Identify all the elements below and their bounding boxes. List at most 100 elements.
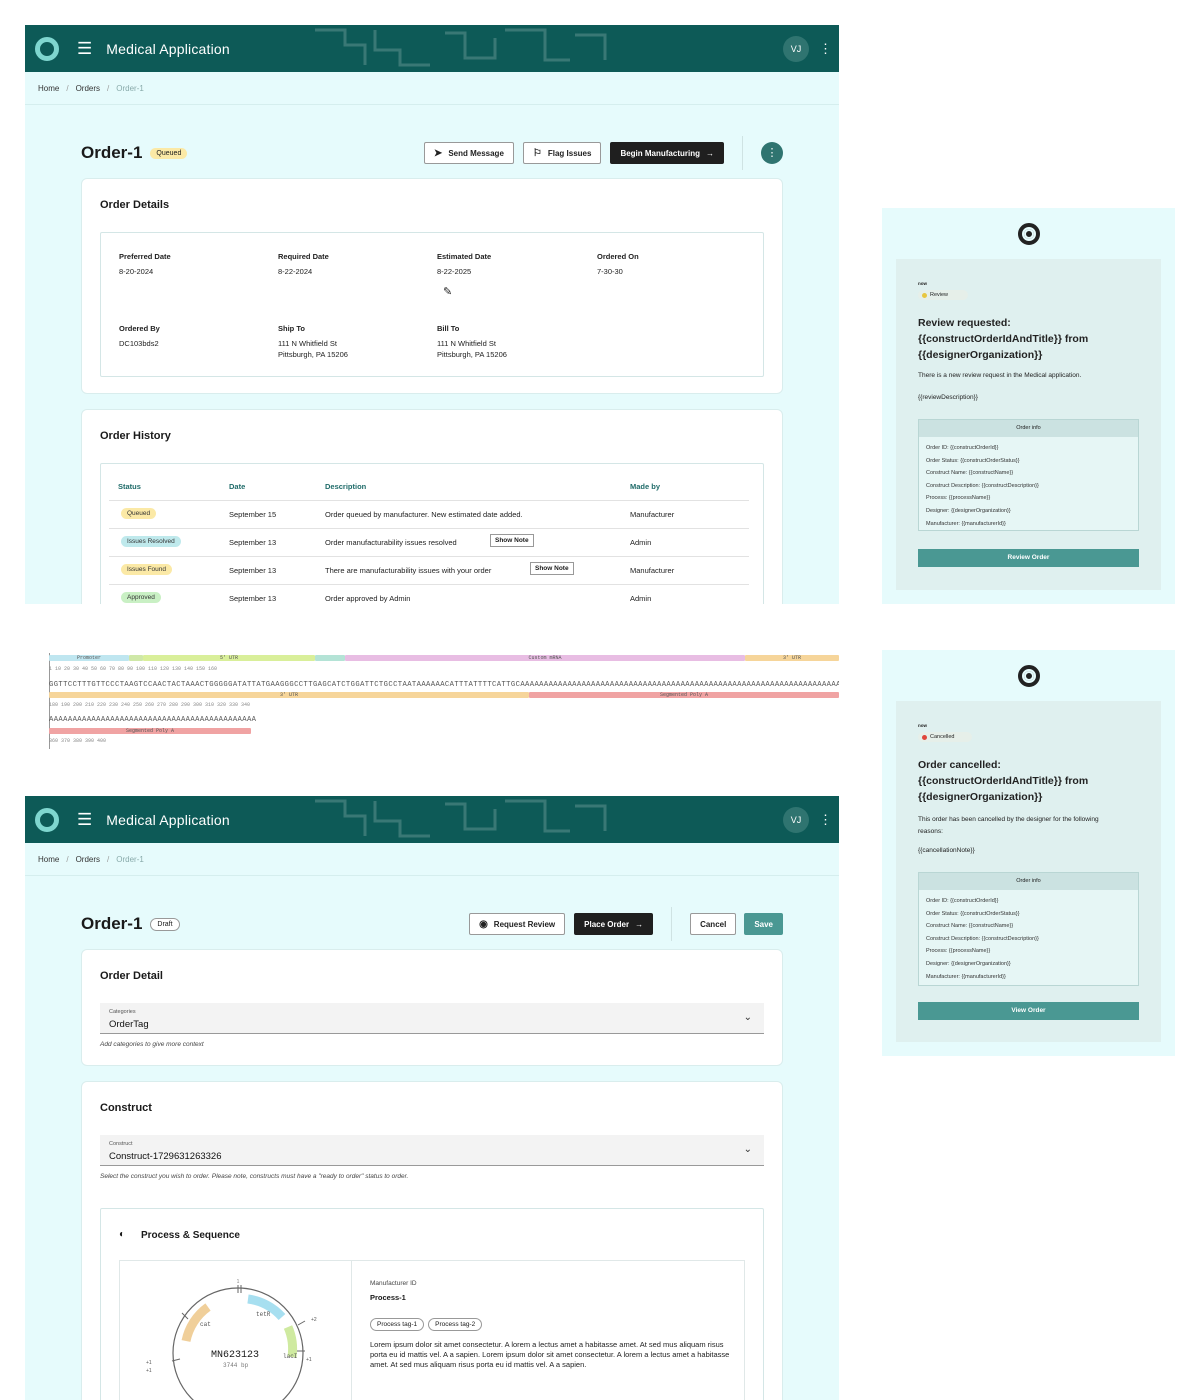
eye-icon: ◉ bbox=[479, 918, 488, 930]
email-placeholder: {{cancellationNote}} bbox=[918, 847, 975, 854]
svg-text:+1: +1 bbox=[146, 1360, 152, 1366]
feature-spacer[interactable] bbox=[129, 655, 143, 661]
feature-promoter[interactable]: Promoter bbox=[49, 655, 129, 661]
cancel-button[interactable]: Cancel bbox=[690, 913, 737, 935]
ruler-row3: 360 370 380 390 400 bbox=[49, 738, 107, 744]
email-timestamp: now bbox=[918, 723, 927, 728]
view-order-button[interactable]: View Order bbox=[918, 1002, 1139, 1020]
show-note-button[interactable]: Show Note bbox=[490, 534, 534, 547]
categories-label: Categories bbox=[109, 1009, 136, 1015]
info-line: Designer: {{designerOrganization}} bbox=[926, 507, 1011, 514]
plasmid-feature-tetr[interactable]: tetR bbox=[256, 1311, 270, 1318]
chevron-down-icon: ⌄ bbox=[743, 1144, 752, 1155]
ordered-by-value: DC103bds2 bbox=[119, 339, 159, 348]
page-header: Order-1 Queued ➤ Send Message ⚐ Flag Issue… bbox=[81, 136, 783, 170]
order-info-title: Order info bbox=[919, 873, 1138, 890]
details-panel: Preferred Date 8-20-2024 Required Date 8… bbox=[100, 232, 764, 377]
feature-poly-a[interactable]: Segmented Poly A bbox=[49, 728, 251, 734]
card-title: Order Detail bbox=[100, 970, 163, 982]
breadcrumb-orders[interactable]: Orders bbox=[76, 84, 100, 93]
feature-custom-mrna[interactable]: Custom mRNA bbox=[345, 655, 745, 661]
breadcrumb-home[interactable]: Home bbox=[38, 84, 59, 93]
categories-value: OrderTag bbox=[109, 1019, 149, 1030]
order-screen-draft: ☰ Medical Application VJ ⋮ Home / Orders /… bbox=[25, 796, 839, 1400]
status-dot-icon bbox=[922, 293, 927, 298]
ordered-by-label: Ordered By bbox=[119, 324, 160, 333]
info-line: Order ID: {{constructOrderId}} bbox=[926, 445, 999, 451]
feature-5utr[interactable]: 5' UTR bbox=[143, 655, 315, 661]
sequence-row3: AAAAAAAAAAAAAAAAAAAAAAAAAAAAAAAAAAAAAAAA… bbox=[49, 716, 257, 724]
svg-text:+2: +2 bbox=[311, 1317, 317, 1323]
app-logo-icon[interactable] bbox=[35, 807, 59, 832]
construct-hint: Select the construct you wish to order. … bbox=[100, 1173, 409, 1180]
email-logo-icon bbox=[1017, 665, 1040, 687]
status-pill-approved: Approved bbox=[121, 592, 161, 603]
hamburger-menu-icon[interactable]: ☰ bbox=[77, 39, 92, 59]
process-description: Lorem ipsum dolor sit amet consectetur. … bbox=[370, 1340, 730, 1369]
arrow-right-icon: → bbox=[706, 148, 714, 158]
email-review-requested: now Review Review requested: {{construct… bbox=[882, 208, 1175, 604]
ship-to-line2: Pittsburgh, PA 15206 bbox=[278, 350, 348, 359]
request-review-button[interactable]: ◉ Request Review bbox=[469, 913, 566, 935]
feature-spacer[interactable] bbox=[315, 655, 345, 661]
plasmid-feature-laci[interactable]: lacI bbox=[283, 1353, 297, 1360]
preferred-date-label: Preferred Date bbox=[119, 252, 171, 261]
review-order-button[interactable]: Review Order bbox=[918, 549, 1139, 567]
save-button[interactable]: Save bbox=[744, 913, 783, 935]
breadcrumb-sep: / bbox=[66, 854, 69, 864]
show-note-button[interactable]: Show Note bbox=[530, 562, 574, 575]
page-title: Order-1 bbox=[81, 143, 143, 162]
edit-pencil-icon[interactable]: ✎ bbox=[443, 285, 452, 298]
email-status-text: Cancelled bbox=[930, 734, 955, 740]
place-order-button[interactable]: Place Order → bbox=[574, 913, 654, 935]
order-history-card: Order History Status Date Description Ma… bbox=[81, 409, 783, 604]
history-date: September 15 bbox=[229, 510, 277, 519]
order-screen-queued: ☰ Medical Application VJ ⋮ Home / Orders /… bbox=[25, 25, 839, 604]
email-status-text: Review bbox=[930, 292, 949, 298]
feature-3utr[interactable]: 3' UTR bbox=[745, 655, 839, 661]
hamburger-menu-icon[interactable]: ☰ bbox=[77, 810, 92, 830]
app-title: Medical Application bbox=[106, 811, 230, 828]
process-tag: Process tag-2 bbox=[428, 1318, 483, 1331]
bill-to-line1: 111 N Whitfield St bbox=[437, 339, 496, 348]
process-icon: ◐ bbox=[119, 1229, 126, 1240]
more-vert-icon[interactable]: ⋮ bbox=[819, 41, 832, 57]
user-avatar[interactable]: VJ bbox=[783, 35, 809, 62]
app-logo-icon[interactable] bbox=[35, 36, 59, 61]
status-pill-issues: Issues Found bbox=[121, 564, 173, 575]
more-actions-button[interactable]: ⋮ bbox=[761, 142, 783, 164]
breadcrumb-sep: / bbox=[66, 83, 69, 93]
flag-icon: ⚐ bbox=[532, 147, 542, 159]
history-made-by: Manufacturer bbox=[630, 510, 675, 519]
feature-poly-a[interactable]: Segmented Poly A bbox=[529, 692, 839, 698]
flag-issues-button[interactable]: ⚐ Flag Issues bbox=[522, 142, 602, 164]
save-label: Save bbox=[754, 919, 773, 929]
history-date: September 13 bbox=[229, 594, 277, 603]
feature-3utr[interactable]: 3' UTR bbox=[49, 692, 529, 698]
plasmid-feature-cat[interactable]: cat bbox=[200, 1321, 211, 1328]
breadcrumb-home[interactable]: Home bbox=[38, 855, 59, 864]
info-line: Process: {{processName}} bbox=[926, 948, 991, 955]
app-bar: ☰ Medical Application VJ ⋮ bbox=[25, 796, 839, 843]
order-info-box: Order info Order ID: {{constructOrderId}… bbox=[918, 419, 1139, 531]
more-vert-icon[interactable]: ⋮ bbox=[819, 812, 832, 828]
begin-manufacturing-button[interactable]: Begin Manufacturing → bbox=[610, 142, 724, 164]
page-header: Order-1 Draft ◉ Request Review Place Orde… bbox=[81, 907, 783, 941]
row-divider bbox=[109, 500, 749, 501]
history-date: September 13 bbox=[229, 538, 277, 547]
history-description: Order queued by manufacturer. New estima… bbox=[325, 510, 523, 519]
col-made-by: Made by bbox=[630, 482, 661, 491]
send-message-button[interactable]: ➤ Send Message bbox=[423, 142, 514, 164]
ordered-on-value: 7-30-30 bbox=[597, 267, 623, 276]
info-line: Construct Name: {{constructName}} bbox=[926, 470, 1014, 477]
construct-card: Construct Construct Construct-1729631263… bbox=[81, 1081, 783, 1400]
construct-select[interactable]: Construct Construct-1729631263326 ⌄ bbox=[100, 1135, 764, 1166]
breadcrumb-orders[interactable]: Orders bbox=[76, 855, 100, 864]
info-line: Process: {{processName}} bbox=[926, 495, 991, 502]
send-icon: ➤ bbox=[433, 147, 443, 159]
history-table: Status Date Description Made by Queued S… bbox=[100, 463, 764, 604]
email-text: This order has been cancelled by the des… bbox=[918, 816, 1099, 835]
user-avatar[interactable]: VJ bbox=[783, 806, 809, 833]
categories-select[interactable]: Categories OrderTag ⌄ bbox=[100, 1003, 764, 1034]
order-info-title: Order info bbox=[919, 420, 1138, 437]
